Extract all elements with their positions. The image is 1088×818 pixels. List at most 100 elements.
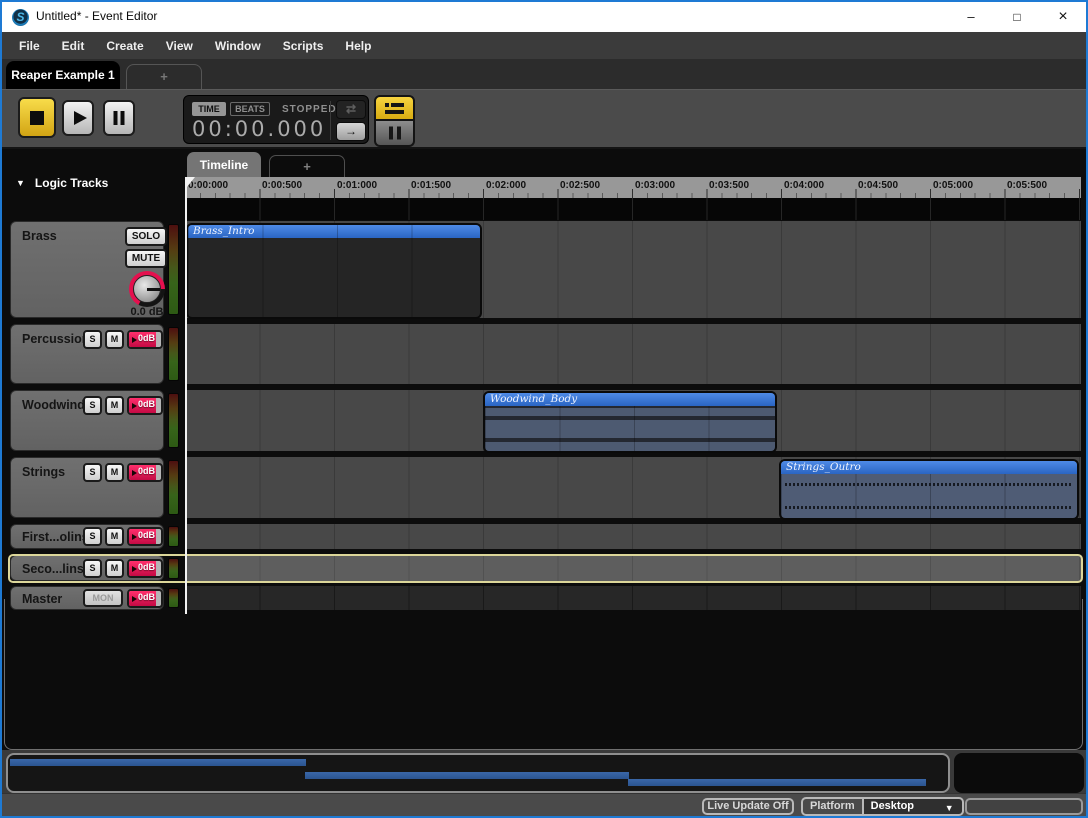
level-meter [168,558,179,579]
timeline-tab[interactable]: Timeline [187,152,261,178]
maximize-button[interactable]: □ [994,2,1040,32]
clip-woodwind-body[interactable]: Woodwind_Body [483,391,777,453]
track-header-second-violins[interactable]: Seco...lins S M 0dB [10,555,164,581]
playhead[interactable] [185,177,187,614]
status-bar: Live Update Off Platform Desktop ▼ [2,793,1086,816]
marker-lane[interactable] [185,198,1081,220]
clip-strings-outro[interactable]: Strings_Outro [779,459,1079,520]
event-tab-active[interactable]: Reaper Example 1 [6,61,120,89]
stop-button[interactable] [18,97,56,138]
track-header-strings[interactable]: Strings S M 0dB [10,457,164,518]
track-row-percussion: Percussion S M 0dB [2,324,1086,387]
menu-bar: File Edit Create View Window Scripts Hel… [2,32,1086,59]
solo-button[interactable]: S [83,396,102,415]
track-lane-second-violins[interactable] [185,555,1081,581]
solo-button[interactable]: S [83,330,102,349]
status-message-box [965,798,1083,815]
solo-button[interactable]: S [83,463,102,482]
track-header-brass[interactable]: Brass SOLO MUTE 0.0 dB [10,221,164,318]
volume-fader[interactable]: 0dB [127,396,163,415]
volume-fader[interactable]: 0dB [127,527,163,546]
track-header-percussion[interactable]: Percussion S M 0dB [10,324,164,384]
platform-dropdown[interactable]: Desktop ▼ [864,797,964,816]
minimize-button[interactable]: – [948,2,994,32]
editor-area: Timeline + ▼Logic Tracks 0:00:000 0:00:5… [2,149,1086,750]
track-header-first-violins[interactable]: First...olins S M 0dB [10,524,164,549]
mute-button[interactable]: M [105,330,124,349]
level-meter [168,393,179,448]
menu-window[interactable]: Window [204,34,272,58]
collapse-triangle-icon: ▼ [16,178,25,188]
volume-fader[interactable]: 0dB [127,589,163,608]
solo-button[interactable]: S [83,559,102,578]
menu-help[interactable]: Help [334,34,382,58]
menu-file[interactable]: File [8,34,51,58]
menu-edit[interactable]: Edit [51,34,96,58]
new-event-tab-button[interactable]: + [126,64,202,89]
ruler-label: 0:01:500 [411,180,451,191]
fader-triangle-icon [132,403,137,409]
platform-label: Platform [801,797,864,816]
track-header-woodwind[interactable]: Woodwind S M 0dB [10,390,164,451]
solo-button[interactable]: S [83,527,102,546]
volume-knob[interactable] [129,271,165,307]
fader-value: 0dB [138,466,155,476]
solo-button[interactable]: SOLO [125,227,167,246]
mute-button[interactable]: M [105,559,124,578]
event-editor-window: S Untitled* - Event Editor – □ × File Ed… [0,0,1088,818]
track-name: Brass [22,229,57,243]
live-update-button[interactable]: Live Update Off [702,798,794,815]
close-button[interactable]: × [1040,2,1086,32]
mute-button[interactable]: M [105,396,124,415]
track-lane-first-violins[interactable] [185,524,1081,549]
track-name: Percussion [22,332,89,346]
beats-mode-toggle[interactable]: BEATS [230,102,270,116]
time-mode-toggle[interactable]: TIME [192,102,226,116]
waveform-line [785,506,1073,509]
ruler-label: 0:03:500 [709,180,749,191]
level-meter [168,460,179,515]
fader-value: 0dB [138,592,155,602]
menu-view[interactable]: View [155,34,204,58]
menu-scripts[interactable]: Scripts [272,34,335,58]
timeline-overview[interactable] [6,753,950,793]
fader-value: 0dB [138,333,155,343]
timeline-ruler[interactable]: 0:00:000 0:00:500 0:01:000 0:01:500 0:02… [185,177,1081,198]
clip-brass-intro[interactable]: Brass_Intro [186,223,482,319]
fader-value: 0dB [138,530,155,540]
level-meter [168,526,179,547]
new-view-tab-button[interactable]: + [269,155,345,178]
logic-tracks-header[interactable]: ▼Logic Tracks [16,174,108,192]
fader-triangle-icon [132,566,137,572]
mute-button[interactable]: M [105,463,124,482]
ruler-label: 0:03:000 [635,180,675,191]
loop-button[interactable]: ⇄ [336,100,366,119]
knob-needle [147,288,160,291]
level-meter [168,327,179,381]
monitor-button[interactable]: MON [83,589,123,607]
track-lane-percussion[interactable] [185,324,1081,384]
track-row-first-violins: First...olins S M 0dB [2,524,1086,552]
mute-button[interactable]: M [105,527,124,546]
volume-fader[interactable]: 0dB [127,559,163,578]
track-lane-master[interactable] [185,586,1081,610]
mute-button[interactable]: MUTE [125,249,167,268]
pause-button[interactable] [103,100,135,136]
overview-clip-strings [628,779,926,786]
track-row-second-violins: Seco...lins S M 0dB [2,555,1086,583]
ruler-label: 0:00:000 [188,180,228,191]
volume-value: 0.0 dB [121,306,173,318]
overview-strip [2,750,1086,793]
lanes-view-toggle[interactable] [374,121,415,147]
loop-icon: ⇄ [346,102,356,116]
play-button[interactable] [62,100,94,136]
volume-fader[interactable]: 0dB [127,463,163,482]
volume-fader[interactable]: 0dB [127,330,163,349]
event-tab-bar: Reaper Example 1 + [2,59,1086,89]
follow-playback-button[interactable]: → [336,122,366,141]
tracks-view-toggle[interactable] [374,95,415,121]
lanes-view-icon [389,127,401,140]
track-header-master[interactable]: Master MON 0dB [10,586,164,610]
ruler-label: 0:05:000 [933,180,973,191]
menu-create[interactable]: Create [95,34,154,58]
